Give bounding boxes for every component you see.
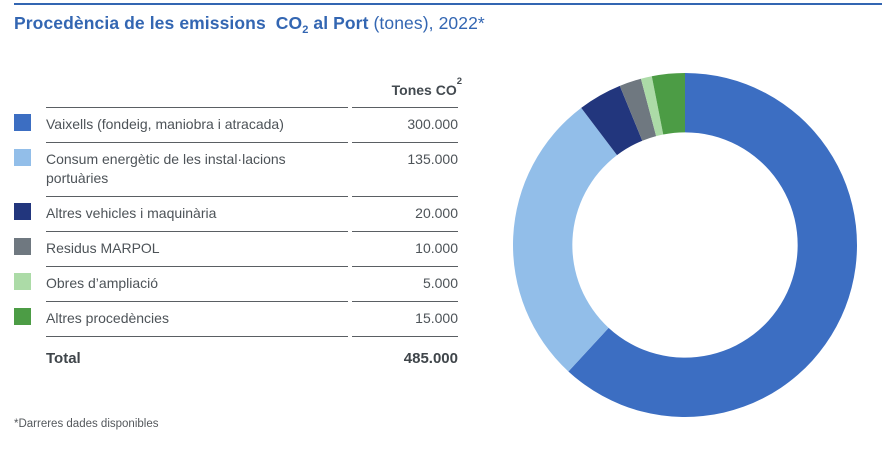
row-label: Consum energètic de les instal·lacions p…	[46, 142, 348, 196]
legend-color-swatch	[14, 114, 31, 131]
top-accent-rule	[14, 3, 882, 5]
row-label: Altres procedències	[46, 301, 348, 336]
row-value: 300.000	[352, 107, 458, 142]
row-value: 15.000	[352, 301, 458, 336]
title-bold-pre: Procedència de les emissions CO	[14, 13, 303, 33]
row-label: Altres vehicles i maquinària	[46, 196, 348, 231]
legend-color-swatch	[14, 203, 31, 220]
infographic-page: Procedència de les emissions CO 2 al Port…	[0, 0, 894, 468]
total-label: Total	[46, 336, 348, 380]
total-value: 485.000	[352, 336, 458, 380]
title-bold-post: al Port	[308, 13, 369, 33]
row-value: 10.000	[352, 231, 458, 266]
row-label: Residus MARPOL	[46, 231, 348, 266]
page-title: Procedència de les emissions CO2 al Port…	[14, 13, 485, 36]
donut-chart	[512, 73, 857, 418]
total-row: Total 485.000	[14, 336, 462, 380]
table-row: Consum energètic de les instal·lacions p…	[14, 142, 462, 196]
legend-table: Tones CO 2 Vaixells (fondeig, maniobra i …	[14, 76, 462, 380]
donut-segment-1	[512, 107, 618, 372]
legend-color-swatch	[14, 273, 31, 290]
legend-color-swatch	[14, 238, 31, 255]
row-value: 20.000	[352, 196, 458, 231]
row-label: Obres d’ampliació	[46, 266, 348, 301]
title-regular-tail: (tones), 2022*	[368, 13, 485, 33]
table-row: Residus MARPOL 10.000	[14, 231, 462, 266]
legend-color-swatch	[14, 308, 31, 325]
legend-color-swatch	[14, 149, 31, 166]
footnote: *Darreres dades disponibles	[14, 418, 159, 430]
row-value: 135.000	[352, 142, 458, 196]
table-row: Obres d’ampliació 5.000	[14, 266, 462, 301]
value-column-header: Tones CO 2	[391, 76, 462, 98]
legend-table-body: Vaixells (fondeig, maniobra i atracada) …	[14, 107, 462, 336]
row-label: Vaixells (fondeig, maniobra i atracada)	[46, 107, 348, 142]
row-value: 5.000	[352, 266, 458, 301]
table-row: Altres vehicles i maquinària 20.000	[14, 196, 462, 231]
table-header-row: Tones CO 2	[14, 76, 462, 107]
table-row: Altres procedències 15.000	[14, 301, 462, 336]
header-co2-subscript: 2	[456, 76, 462, 87]
table-row: Vaixells (fondeig, maniobra i atracada) …	[14, 107, 462, 142]
